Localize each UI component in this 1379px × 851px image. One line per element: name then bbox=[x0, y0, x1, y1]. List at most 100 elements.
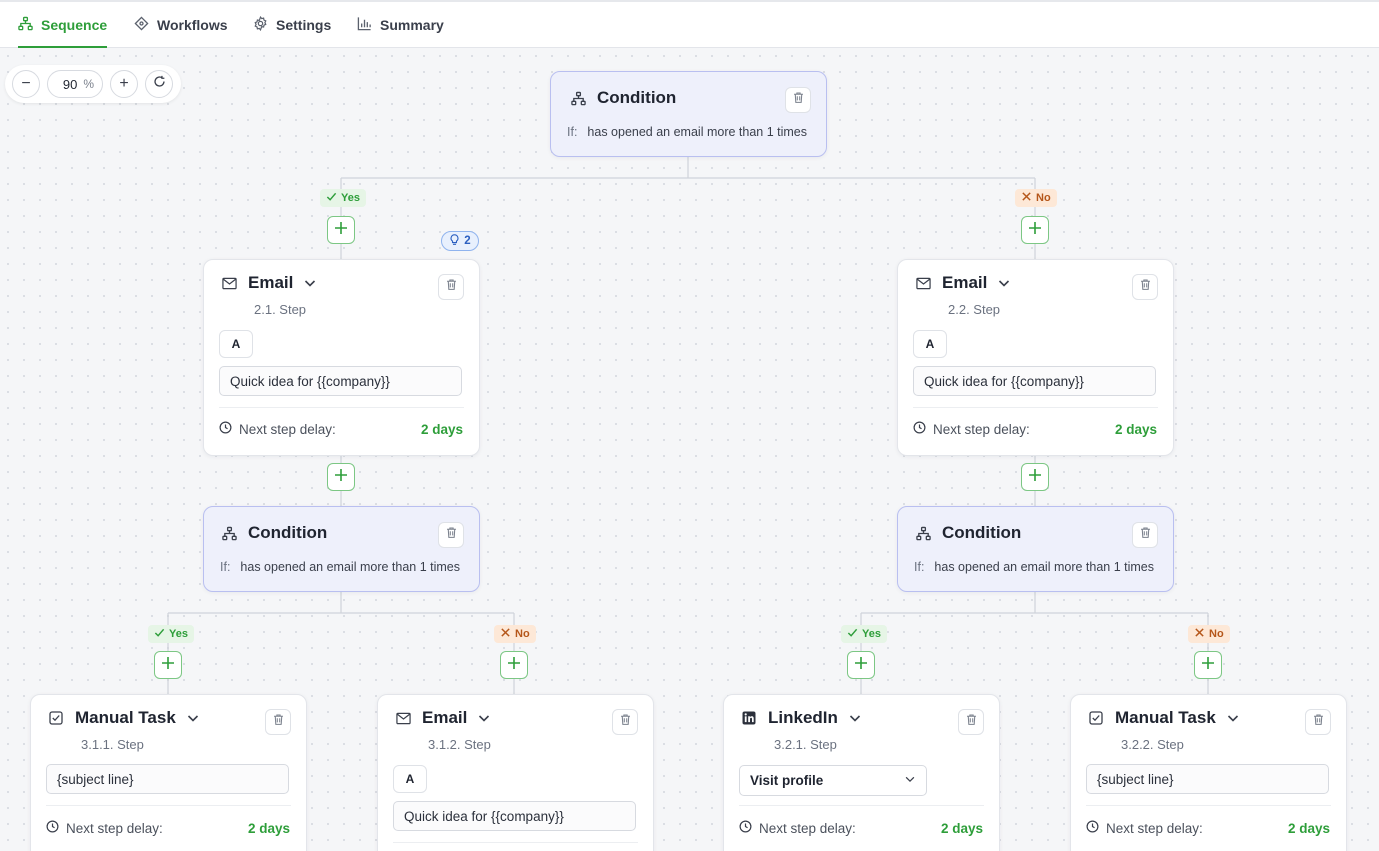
delete-button[interactable] bbox=[1305, 709, 1331, 735]
divider bbox=[1086, 805, 1331, 806]
manual-task-card-3-2-2[interactable]: Manual Task 3.2.2. Step {subject line} N… bbox=[1070, 694, 1347, 851]
tab-sequence[interactable]: Sequence bbox=[18, 2, 108, 49]
delay-value[interactable]: 2 days bbox=[248, 821, 290, 836]
delay-value[interactable]: 2 days bbox=[421, 422, 463, 437]
condition-card-top[interactable]: Condition If: has opened an email more t… bbox=[550, 71, 827, 157]
step-number: 2.2. Step bbox=[948, 302, 1001, 317]
delay-label: Next step delay: bbox=[1106, 820, 1203, 836]
delay-label: Next step delay: bbox=[759, 820, 856, 836]
condition-rule: If: has opened an email more than 1 time… bbox=[220, 560, 460, 574]
trash-icon bbox=[792, 91, 805, 109]
tab-label: Sequence bbox=[41, 17, 108, 33]
tab-label: Workflows bbox=[157, 17, 228, 33]
email-card-2-2[interactable]: Email 2.2. Step A Quick idea for {{compa… bbox=[897, 259, 1174, 456]
manual-task-card-3-1-1[interactable]: Manual Task 3.1.1. Step {subject line} N… bbox=[30, 694, 307, 851]
flow-canvas[interactable]: − % + Condition If: has opened an email … bbox=[0, 48, 1379, 851]
variant-tab-a[interactable]: A bbox=[913, 330, 947, 358]
chevron-down-icon[interactable] bbox=[848, 711, 862, 725]
zoom-input[interactable] bbox=[55, 76, 78, 92]
zoom-in-button[interactable]: + bbox=[110, 70, 138, 98]
yes-branch-badge: Yes bbox=[148, 625, 194, 643]
delete-button[interactable] bbox=[1132, 522, 1158, 548]
card-header: Email bbox=[394, 708, 491, 728]
chevron-down-icon[interactable] bbox=[477, 711, 491, 725]
zoom-out-button[interactable]: − bbox=[12, 70, 40, 98]
card-title: Manual Task bbox=[1115, 708, 1216, 727]
no-branch-badge: No bbox=[494, 625, 536, 643]
branch-icon bbox=[220, 524, 238, 542]
if-label: If: bbox=[220, 560, 231, 574]
delay-value[interactable]: 2 days bbox=[1288, 821, 1330, 836]
condition-card-left[interactable]: Condition If: has opened an email more t… bbox=[203, 506, 480, 592]
delete-button[interactable] bbox=[1132, 274, 1158, 300]
branch-icon bbox=[914, 524, 932, 542]
delete-button[interactable] bbox=[265, 709, 291, 735]
divider bbox=[46, 805, 291, 806]
subject-field[interactable]: Quick idea for {{company}} bbox=[393, 801, 636, 831]
linkedin-action-select[interactable]: Visit profile bbox=[739, 765, 927, 796]
workflows-icon bbox=[134, 16, 149, 34]
subject-field[interactable]: Quick idea for {{company}} bbox=[219, 366, 462, 396]
bar-chart-icon bbox=[357, 16, 372, 34]
chevron-down-icon[interactable] bbox=[303, 276, 317, 290]
clock-icon bbox=[219, 421, 232, 437]
plus-icon bbox=[161, 656, 175, 675]
delete-button[interactable] bbox=[958, 709, 984, 735]
delay-value[interactable]: 2 days bbox=[941, 821, 983, 836]
add-step-button[interactable] bbox=[500, 651, 528, 679]
condition-card-right[interactable]: Condition If: has opened an email more t… bbox=[897, 506, 1174, 592]
linkedin-icon bbox=[740, 709, 758, 727]
add-step-button[interactable] bbox=[327, 216, 355, 244]
task-subject-field[interactable]: {subject line} bbox=[1086, 764, 1329, 794]
subject-field[interactable]: Quick idea for {{company}} bbox=[913, 366, 1156, 396]
zoom-field[interactable]: % bbox=[47, 70, 103, 98]
chevron-down-icon[interactable] bbox=[997, 276, 1011, 290]
chevron-down-icon[interactable] bbox=[1226, 711, 1240, 725]
variant-tab-a[interactable]: A bbox=[219, 330, 253, 358]
zoom-control: − % + bbox=[5, 65, 181, 103]
card-title: Condition bbox=[597, 88, 677, 107]
card-title: Manual Task bbox=[75, 708, 176, 727]
clock-icon bbox=[739, 820, 752, 836]
tab-bar: Sequence Workflows Settings Summary bbox=[0, 0, 1379, 49]
delay-value[interactable]: 2 days bbox=[1115, 422, 1157, 437]
yes-branch-badge: Yes bbox=[320, 189, 366, 207]
badge-label: Yes bbox=[341, 192, 360, 204]
add-step-button[interactable] bbox=[847, 651, 875, 679]
delete-button[interactable] bbox=[785, 87, 811, 113]
plus-icon bbox=[1201, 656, 1215, 675]
email-card-3-1-2[interactable]: Email 3.1.2. Step A Quick idea for {{com… bbox=[377, 694, 654, 851]
card-title: LinkedIn bbox=[768, 708, 838, 727]
email-card-2-1[interactable]: Email 2.1. Step A Quick idea for {{compa… bbox=[203, 259, 480, 456]
card-header: Condition bbox=[220, 523, 327, 543]
trash-icon bbox=[272, 713, 285, 731]
clock-icon bbox=[913, 421, 926, 437]
delete-button[interactable] bbox=[438, 274, 464, 300]
suggestions-badge[interactable]: 2 bbox=[441, 231, 479, 251]
delete-button[interactable] bbox=[438, 522, 464, 548]
add-step-button[interactable] bbox=[154, 651, 182, 679]
condition-text: has opened an email more than 1 times bbox=[240, 560, 460, 574]
step-number: 3.2.2. Step bbox=[1121, 737, 1184, 752]
if-label: If: bbox=[567, 125, 578, 139]
branch-icon bbox=[569, 89, 587, 107]
task-subject-field[interactable]: {subject line} bbox=[46, 764, 289, 794]
add-step-button[interactable] bbox=[1021, 463, 1049, 491]
variant-tab-a[interactable]: A bbox=[393, 765, 427, 793]
condition-text: has opened an email more than 1 times bbox=[587, 125, 807, 139]
add-step-button[interactable] bbox=[1194, 651, 1222, 679]
add-step-button[interactable] bbox=[1021, 216, 1049, 244]
add-step-button[interactable] bbox=[327, 463, 355, 491]
delete-button[interactable] bbox=[612, 709, 638, 735]
tab-settings[interactable]: Settings bbox=[253, 2, 331, 48]
chevron-down-icon[interactable] bbox=[186, 711, 200, 725]
tab-workflows[interactable]: Workflows bbox=[134, 2, 228, 48]
if-label: If: bbox=[914, 560, 925, 574]
condition-text: has opened an email more than 1 times bbox=[934, 560, 1154, 574]
reset-zoom-button[interactable] bbox=[145, 70, 173, 98]
chevron-down-icon bbox=[904, 773, 916, 788]
linkedin-card-3-2-1[interactable]: LinkedIn 3.2.1. Step Visit profile Next … bbox=[723, 694, 1000, 851]
tab-summary[interactable]: Summary bbox=[357, 2, 444, 48]
card-title: Condition bbox=[942, 523, 1022, 542]
condition-rule: If: has opened an email more than 1 time… bbox=[567, 125, 807, 139]
